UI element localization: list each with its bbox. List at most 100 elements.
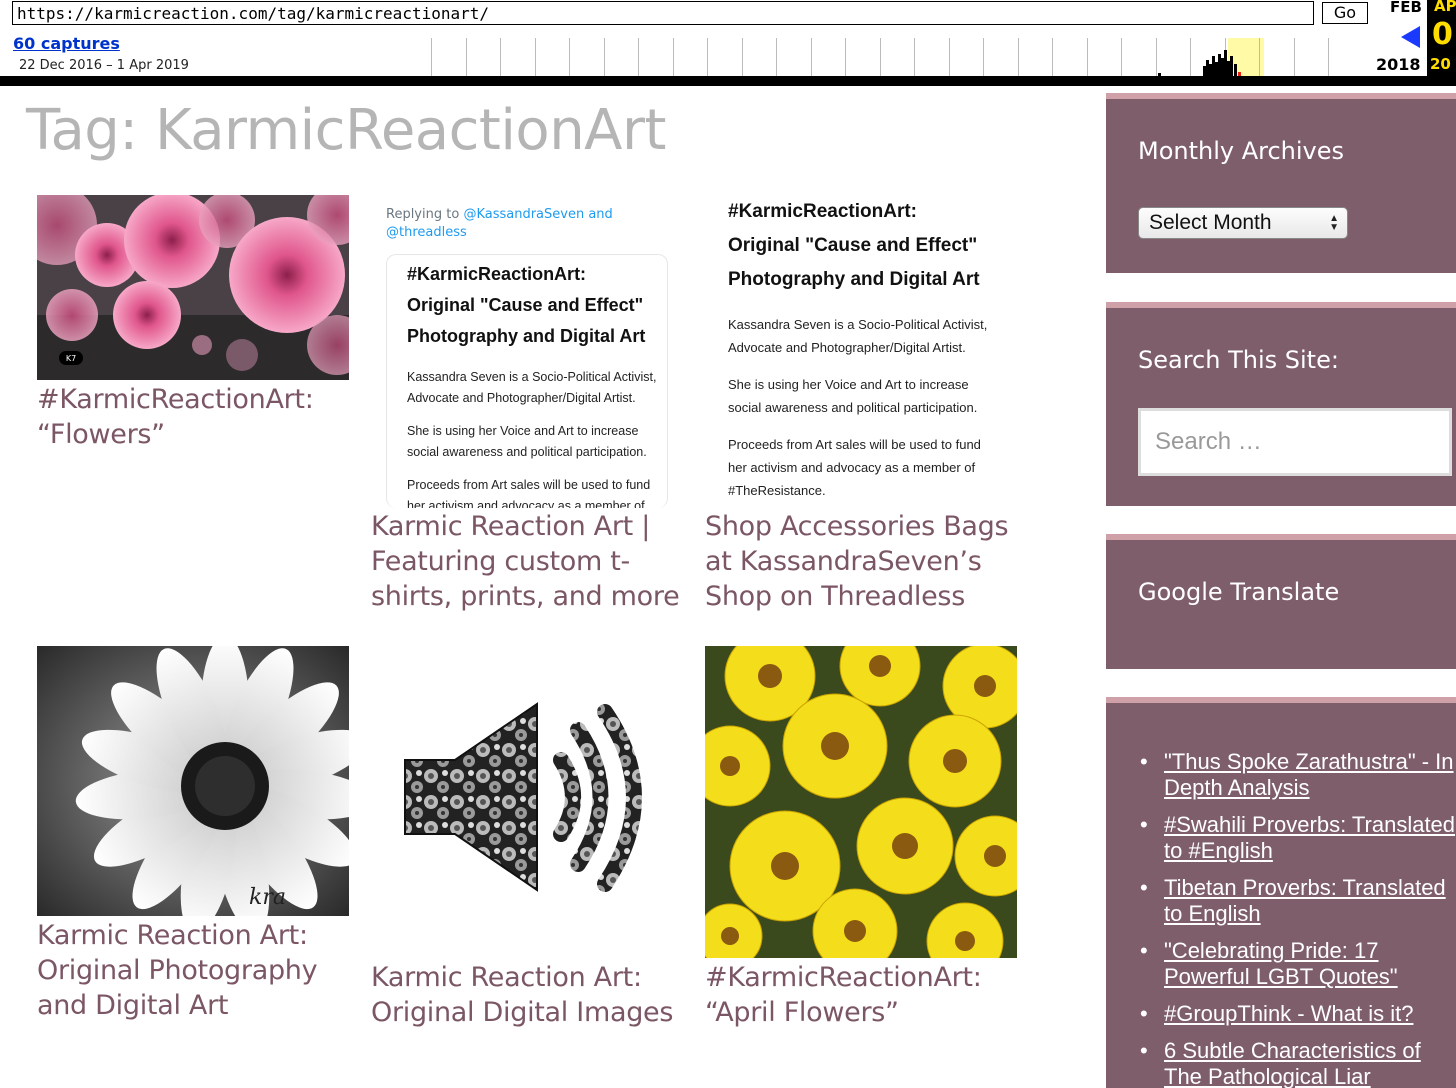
prev-year-label[interactable]: 2018 [1376,55,1421,74]
month-select[interactable]: Select Month ▲ ▼ [1138,207,1348,239]
pink-dahlias-photo[interactable]: K7 [37,195,349,380]
monthly-archives-title: Monthly Archives [1138,137,1345,165]
post-title-flowers[interactable]: #KarmicReactionArt: “Flowers” [37,382,359,452]
tweet-card-heading-1: #KarmicReactionArt: [407,264,587,284]
photo-signature-kra: kra [249,885,286,910]
speaker-icon-floral[interactable] [371,690,683,910]
sparkline-capture-bar [1234,64,1237,76]
text-card-body-5: Proceeds from Art sales will be used to … [728,437,981,452]
select-arrows-icon: ▲ ▼ [1329,213,1339,233]
sparkline-year-tick [914,38,915,76]
sparkline-year-tick [465,38,467,76]
widget-recent-posts: "Thus Spoke Zarathustra" - In Depth Anal… [1106,697,1456,1088]
text-card-body-1: Kassandra Seven is a Socio-Political Act… [728,317,988,332]
widget-google-translate: Google Translate [1106,534,1456,669]
sparkline-year-tick [1121,38,1122,76]
current-year-label: 20 [1430,55,1451,73]
sparkline-year-tick [638,38,639,76]
text-card-heading-2: Original "Cause and Effect" [728,235,978,256]
wayback-url-input[interactable] [12,1,1314,25]
list-item: #Swahili Proverbs: Translated to #Englis… [1140,812,1456,864]
sparkline-year-tick [672,38,674,76]
sidebar-link-tibetan[interactable]: Tibetan Proverbs: Translated to English [1164,875,1446,926]
post-title-digital-images[interactable]: Karmic Reaction Art: Original Digital Im… [371,960,693,1030]
text-card-body-2: Advocate and Photographer/Digital Artist… [728,340,966,355]
post-title-karmic-tshirts[interactable]: Karmic Reaction Art | Featuring custom t… [371,509,693,614]
text-card-heading-3: Photography and Digital Art [728,269,980,290]
black-white-daisy-photo[interactable]: kra [37,646,349,916]
list-item: #GroupThink - What is it? [1140,1001,1456,1027]
tweet-reply-line: Replying to @KassandraSeven and @threadl… [386,206,626,242]
daisy-image: kra [37,646,349,916]
recent-posts-list: "Thus Spoke Zarathustra" - In Depth Anal… [1140,749,1456,1088]
post-title-original-photography[interactable]: Karmic Reaction Art: Original Photograph… [37,918,359,1023]
sparkline-year-tick [1052,38,1053,76]
sparkline-year-tick [431,38,432,76]
text-card-body-3: She is using her Voice and Art to increa… [728,377,969,392]
sparkline-year-tick [776,38,777,76]
post-title-april-flowers[interactable]: #KarmicReactionArt: “April Flowers” [705,960,1027,1030]
speaker-icon [404,702,642,892]
pink-dahlias-image: K7 [37,195,349,380]
list-item: Tibetan Proverbs: Translated to English [1140,875,1456,927]
google-translate-title: Google Translate [1138,578,1340,606]
list-item: 6 Subtle Characteristics of The Patholog… [1140,1038,1456,1088]
search-widget-title: Search This Site: [1138,346,1339,374]
widget-monthly-archives: Monthly Archives Select Month ▲ ▼ [1106,93,1456,273]
captures-link[interactable]: 60 captures [13,34,120,53]
sparkline-year-tick [1328,38,1329,76]
current-month-label: AP [1434,0,1456,15]
sparkline-year-tick [845,38,846,76]
photo-badge-k7: K7 [66,354,76,363]
yellow-flowers-image [705,646,1017,958]
sparkline-year-tick [983,38,984,76]
sidebar-link-zarathustra[interactable]: "Thus Spoke Zarathustra" - In Depth Anal… [1164,749,1454,800]
tweet-card-heading-2: Original "Cause and Effect" [407,295,644,315]
prev-capture-arrow-icon[interactable] [1401,26,1420,48]
sparkline-year-tick [810,38,812,76]
month-select-value: Select Month [1149,211,1272,234]
tweet-card-body-4: social awareness and political participa… [407,445,647,459]
wayback-toolbar: Go 60 captures 22 Dec 2016 – 1 Apr 2019 … [0,0,1456,86]
sparkline-year-tick [707,38,708,76]
capture-date-range: 22 Dec 2016 – 1 Apr 2019 [19,58,189,73]
tweet-card-heading-3: Photography and Digital Art [407,326,646,346]
sparkline-year-tick [741,38,743,76]
sparkline-year-tick [948,38,950,76]
sparkline-year-tick [879,38,881,76]
go-button[interactable]: Go [1322,2,1368,24]
list-item: "Celebrating Pride: 17 Powerful LGBT Quo… [1140,938,1456,990]
yellow-flowers-photo[interactable] [705,646,1017,958]
tweet-card-body-6: her activism and advocacy as a member of [407,499,645,508]
text-card-body-7: #TheResistance. [728,483,826,498]
tweet-card-body-1: Kassandra Seven is a Socio-Political Act… [407,370,657,384]
sparkline-year-tick [1155,38,1157,76]
tweet-card-body-3: She is using her Voice and Art to increa… [407,424,639,438]
tweet-reply-prefix: Replying to [386,207,464,222]
text-card-heading-1: #KarmicReactionArt: [728,201,917,222]
list-item: "Thus Spoke Zarathustra" - In Depth Anal… [1140,749,1456,801]
current-day-label: 0 [1432,17,1453,52]
prev-month-label[interactable]: FEB [1390,0,1422,16]
search-input[interactable]: Search … [1138,408,1452,476]
sidebar-link-pride[interactable]: "Celebrating Pride: 17 Powerful LGBT Quo… [1164,938,1398,989]
sparkline-year-tick [500,38,501,76]
capture-sparkline[interactable] [428,38,1373,76]
sidebar-link-pathological-liar[interactable]: 6 Subtle Characteristics of The Patholog… [1164,1038,1421,1088]
sparkline-year-tick [1259,38,1260,76]
sidebar-link-swahili[interactable]: #Swahili Proverbs: Translated to #Englis… [1164,812,1455,863]
sparkline-year-tick [1190,38,1191,76]
sparkline-year-tick [534,38,536,76]
page-title: Tag: KarmicReactionArt [26,98,666,163]
text-card-body-4: social awareness and political participa… [728,400,978,415]
text-card-body-6: her activism and advocacy as a member of [728,460,976,475]
toolbar-divider [0,76,1456,86]
sidebar-link-groupthink[interactable]: #GroupThink - What is it? [1164,1001,1413,1026]
sparkline-year-tick [1017,38,1019,76]
post-title-threadless-shop[interactable]: Shop Accessories Bags at KassandraSeven’… [705,509,1027,614]
tweet-card-screenshot[interactable]: #KarmicReactionArt: Original "Cause and … [386,254,668,508]
tweet-card-body-5: Proceeds from Art sales will be used to … [407,478,651,492]
sparkline-year-tick [569,38,570,76]
text-card-image[interactable]: #KarmicReactionArt: Original "Cause and … [705,195,1017,507]
widget-search: Search This Site: Search … [1106,302,1456,506]
